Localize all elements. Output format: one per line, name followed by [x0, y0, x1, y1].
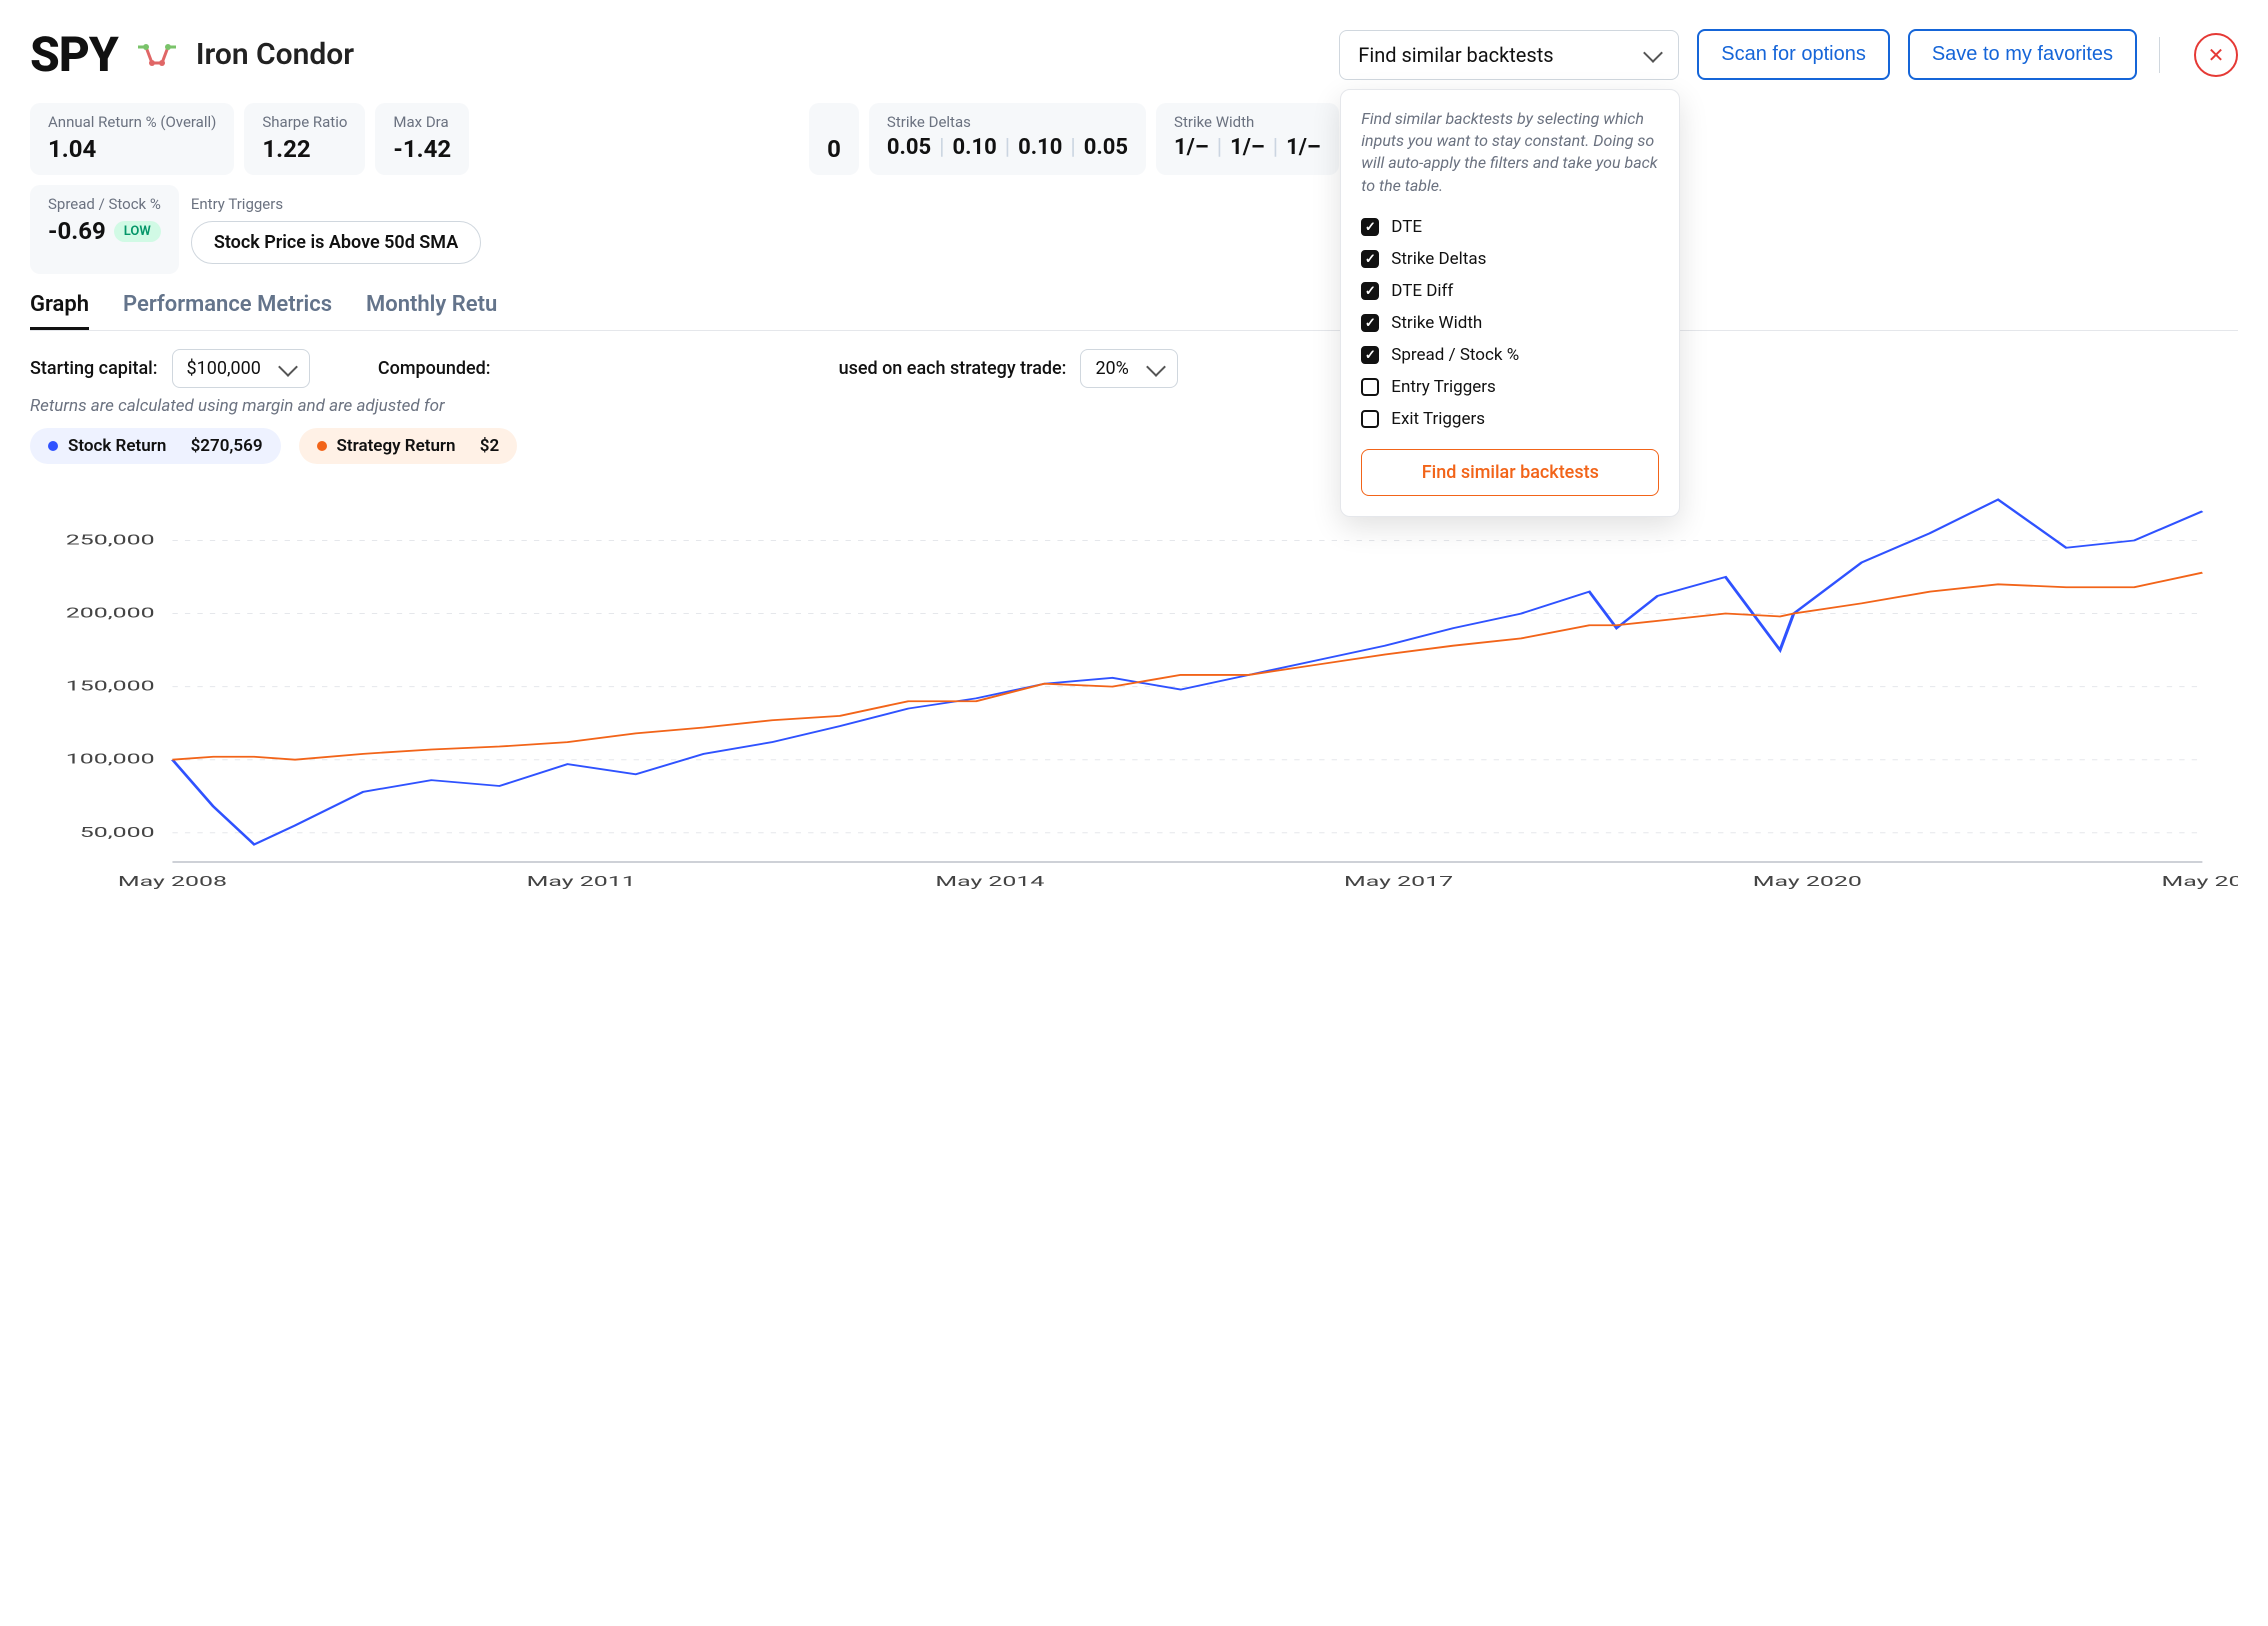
pct-used-select[interactable]: 20%	[1080, 349, 1177, 388]
svg-text:50,000: 50,000	[80, 824, 155, 841]
checkbox-icon	[1361, 346, 1379, 364]
panel-description: Find similar backtests by selecting whic…	[1361, 108, 1659, 198]
find-similar-dropdown[interactable]: Find similar backtests Find similar back…	[1339, 30, 1679, 80]
checkbox-label: DTE Diff	[1391, 281, 1453, 301]
low-badge: LOW	[114, 221, 161, 242]
legend-name: Strategy Return	[337, 436, 456, 456]
checkbox-icon	[1361, 250, 1379, 268]
filter-checkbox-entry-triggers[interactable]: Entry Triggers	[1361, 371, 1659, 403]
stat-strike-width: Strike Width 1/–|1/–|1/–	[1156, 103, 1339, 175]
find-similar-panel: Find similar backtests by selecting whic…	[1340, 89, 1680, 518]
checkbox-icon	[1361, 218, 1379, 236]
checkbox-label: DTE	[1391, 217, 1422, 237]
stat-label: Strike Width	[1174, 113, 1321, 131]
stat-label: Max Dra	[393, 113, 451, 131]
strategy-name: Iron Condor	[196, 37, 354, 72]
stat-label: Strike Deltas	[887, 113, 1128, 131]
stat-label: Entry Triggers	[191, 195, 481, 213]
tab-monthly-returns[interactable]: Monthly Retu	[366, 292, 497, 330]
svg-text:May 2023: May 2023	[2161, 873, 2238, 890]
starting-capital-label: Starting capital:	[30, 358, 158, 379]
chevron-down-icon	[1146, 357, 1166, 377]
stat-value: 0	[827, 135, 841, 163]
find-similar-submit-button[interactable]: Find similar backtests	[1361, 449, 1659, 496]
stat-value: 1.04	[48, 135, 216, 163]
checkbox-label: Strike Width	[1391, 313, 1482, 333]
returns-chart: 50,000 100,000 150,000 200,000 250,000 May 20…	[30, 472, 2238, 892]
filter-checkbox-exit-triggers[interactable]: Exit Triggers	[1361, 403, 1659, 435]
stat-label: Sharpe Ratio	[262, 113, 347, 131]
svg-text:150,000: 150,000	[66, 677, 155, 694]
stat-strike-deltas: Strike Deltas 0.05|0.10|0.10|0.05	[869, 103, 1146, 175]
legend-name: Stock Return	[68, 436, 166, 456]
pct-used-label: used on each strategy trade:	[839, 358, 1067, 379]
close-icon: ✕	[2208, 43, 2225, 67]
stat-hidden: 0	[809, 103, 859, 175]
dot-icon	[48, 441, 58, 451]
dot-icon	[317, 441, 327, 451]
stat-value: 0.05|0.10|0.10|0.05	[887, 135, 1128, 160]
filter-checkbox-dte-diff[interactable]: DTE Diff	[1361, 275, 1659, 307]
stat-entry-triggers: Entry Triggers Stock Price is Above 50d …	[191, 185, 481, 274]
stat-value: 1/–|1/–|1/–	[1174, 135, 1321, 160]
checkbox-icon	[1361, 314, 1379, 332]
save-to-favorites-button[interactable]: Save to my favorites	[1908, 29, 2137, 80]
checkbox-label: Strike Deltas	[1391, 249, 1486, 269]
checkbox-icon	[1361, 410, 1379, 428]
stat-annual-return: Annual Return % (Overall) 1.04	[30, 103, 234, 175]
svg-text:May 2008: May 2008	[118, 873, 227, 890]
svg-text:100,000: 100,000	[66, 751, 155, 768]
stat-value: 1.22	[262, 135, 347, 163]
checkbox-label: Spread / Stock %	[1391, 345, 1519, 365]
checkbox-icon	[1361, 282, 1379, 300]
tab-performance-metrics[interactable]: Performance Metrics	[123, 292, 332, 330]
scan-for-options-button[interactable]: Scan for options	[1697, 29, 1890, 80]
trigger-pill: Stock Price is Above 50d SMA	[191, 221, 481, 264]
filter-checkbox-strike-deltas[interactable]: Strike Deltas	[1361, 243, 1659, 275]
tab-graph[interactable]: Graph	[30, 292, 89, 330]
checkbox-label: Exit Triggers	[1391, 409, 1485, 429]
svg-text:200,000: 200,000	[66, 604, 155, 621]
stat-label: Annual Return % (Overall)	[48, 113, 216, 131]
returns-footnote: Returns are calculated using margin and …	[30, 396, 2238, 416]
divider	[2159, 37, 2160, 73]
close-button[interactable]: ✕	[2194, 33, 2238, 77]
stat-value: -0.69	[48, 217, 106, 245]
chevron-down-icon	[278, 357, 298, 377]
compounded-label: Compounded:	[378, 358, 491, 379]
legend-value: $2	[480, 436, 499, 456]
starting-capital-select[interactable]: $100,000	[172, 349, 310, 388]
legend-strategy-return: Strategy Return $2	[299, 428, 518, 464]
iron-condor-icon	[136, 41, 178, 69]
chevron-down-icon	[1643, 43, 1663, 63]
find-similar-label: Find similar backtests	[1358, 43, 1553, 67]
svg-text:May 2017: May 2017	[1344, 873, 1453, 890]
checkbox-label: Entry Triggers	[1391, 377, 1496, 397]
svg-text:250,000: 250,000	[66, 531, 155, 548]
legend-stock-return: Stock Return $270,569	[30, 428, 281, 464]
svg-text:May 2011: May 2011	[527, 873, 636, 890]
filter-checkbox-spread-stock-[interactable]: Spread / Stock %	[1361, 339, 1659, 371]
stat-spread-stock: Spread / Stock % -0.69 LOW	[30, 185, 179, 274]
ticker-symbol: SPY	[30, 26, 118, 83]
stat-label	[827, 113, 841, 131]
select-value: $100,000	[187, 358, 261, 379]
legend-value: $270,569	[191, 436, 263, 456]
stat-max-drawdown: Max Dra -1.42	[375, 103, 469, 175]
stat-label: Spread / Stock %	[48, 195, 161, 213]
select-value: 20%	[1095, 358, 1128, 379]
stat-sharpe: Sharpe Ratio 1.22	[244, 103, 365, 175]
stat-value: -1.42	[393, 135, 451, 163]
filter-checkbox-strike-width[interactable]: Strike Width	[1361, 307, 1659, 339]
filter-checkbox-dte[interactable]: DTE	[1361, 211, 1659, 243]
checkbox-icon	[1361, 378, 1379, 396]
svg-text:May 2014: May 2014	[935, 873, 1044, 890]
svg-text:May 2020: May 2020	[1753, 873, 1862, 890]
